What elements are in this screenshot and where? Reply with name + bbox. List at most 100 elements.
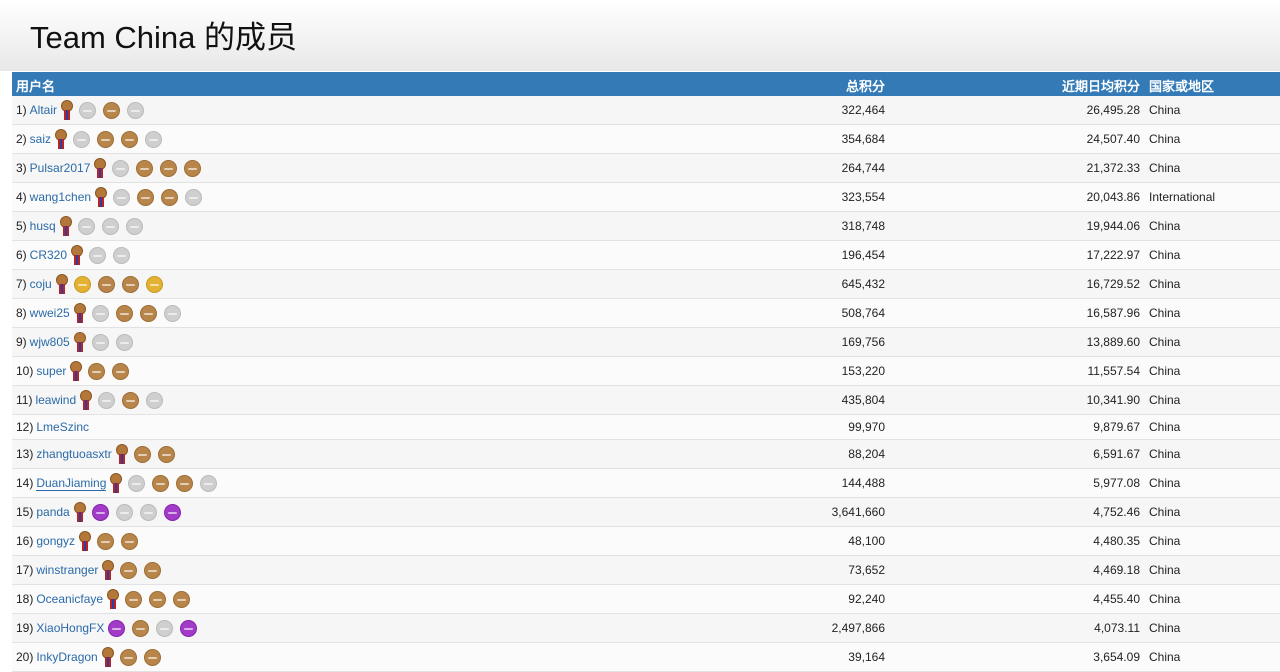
country: China bbox=[1149, 447, 1181, 461]
username-link[interactable]: LmeSzinc bbox=[36, 420, 89, 434]
rank-number: 7) bbox=[16, 277, 27, 291]
username-link[interactable]: XiaoHongFX bbox=[36, 621, 104, 635]
rank-number: 17) bbox=[16, 563, 34, 577]
table-row: 15) panda 3,641,660 4,752.46 China bbox=[12, 498, 1280, 527]
rank-number: 13) bbox=[16, 447, 34, 461]
bronze-badge-icon bbox=[119, 648, 137, 666]
recent-average-credit: 13,889.60 bbox=[1086, 335, 1140, 349]
country: China bbox=[1149, 364, 1181, 378]
page-header: Team China 的成员 bbox=[0, 0, 1280, 71]
rank-number: 5) bbox=[16, 219, 27, 233]
silver-badge-icon bbox=[113, 246, 131, 264]
rank-number: 1) bbox=[16, 103, 27, 117]
country: China bbox=[1149, 248, 1181, 262]
username-link[interactable]: InkyDragon bbox=[36, 650, 97, 664]
total-credit: 645,432 bbox=[841, 277, 885, 291]
team-founder-ribbon-icon bbox=[73, 332, 86, 352]
total-credit: 169,756 bbox=[841, 335, 885, 349]
silver-badge-icon bbox=[112, 159, 130, 177]
username-link[interactable]: wang1chen bbox=[30, 190, 91, 204]
total-credit: 264,744 bbox=[841, 161, 885, 175]
username-link[interactable]: saiz bbox=[30, 132, 51, 146]
members-table: 用户名 总积分 近期日均积分 国家或地区 1) Altair 322,464 26,4… bbox=[12, 72, 1280, 672]
total-credit: 3,641,660 bbox=[831, 505, 885, 519]
team-founder-ribbon-icon bbox=[95, 187, 108, 207]
silver-badge-icon bbox=[79, 101, 97, 119]
username-link[interactable]: winstranger bbox=[36, 563, 98, 577]
user-cell: 4) wang1chen bbox=[16, 183, 209, 211]
user-cell: 11) leawind bbox=[16, 386, 170, 414]
recent-average-credit: 9,879.67 bbox=[1093, 420, 1140, 434]
header-total-credit[interactable]: 总积分 bbox=[846, 76, 885, 95]
username-link[interactable]: CR320 bbox=[30, 248, 67, 262]
username-link[interactable]: zhangtuoasxtr bbox=[36, 447, 111, 461]
purple-badge-icon bbox=[108, 619, 126, 637]
total-credit: 196,454 bbox=[841, 248, 885, 262]
total-credit: 73,652 bbox=[848, 563, 885, 577]
recent-average-credit: 4,469.18 bbox=[1093, 563, 1140, 577]
silver-badge-icon bbox=[113, 188, 131, 206]
bronze-badge-icon bbox=[121, 275, 139, 293]
username-link[interactable]: Altair bbox=[30, 103, 57, 117]
recent-average-credit: 4,455.40 bbox=[1093, 592, 1140, 606]
username-link[interactable]: wjw805 bbox=[30, 335, 70, 349]
recent-average-credit: 17,222.97 bbox=[1086, 248, 1140, 262]
username-link[interactable]: husq bbox=[30, 219, 56, 233]
user-cell: 8) wwei25 bbox=[16, 299, 188, 327]
silver-badge-icon bbox=[115, 503, 133, 521]
country: China bbox=[1149, 592, 1181, 606]
recent-average-credit: 5,977.08 bbox=[1093, 476, 1140, 490]
recent-average-credit: 10,341.90 bbox=[1086, 393, 1140, 407]
header-username[interactable]: 用户名 bbox=[16, 76, 55, 95]
user-cell: 1) Altair bbox=[16, 96, 151, 124]
recent-average-credit: 24,507.40 bbox=[1086, 132, 1140, 146]
total-credit: 48,100 bbox=[848, 534, 885, 548]
bronze-badge-icon bbox=[103, 101, 121, 119]
recent-average-credit: 4,480.35 bbox=[1093, 534, 1140, 548]
bronze-badge-icon bbox=[149, 590, 167, 608]
silver-badge-icon bbox=[185, 188, 203, 206]
username-link[interactable]: DuanJiaming bbox=[36, 476, 107, 491]
silver-badge-icon bbox=[115, 333, 133, 351]
silver-badge-icon bbox=[91, 333, 109, 351]
bronze-badge-icon bbox=[152, 474, 170, 492]
table-row: 5) husq 318,748 19,944.06 China bbox=[12, 212, 1280, 241]
username-link[interactable]: Oceanicfaye bbox=[36, 592, 103, 606]
bronze-badge-icon bbox=[132, 619, 150, 637]
silver-badge-icon bbox=[125, 217, 143, 235]
rank-number: 8) bbox=[16, 306, 27, 320]
user-cell: 14) DuanJiaming bbox=[16, 469, 224, 497]
user-cell: 5) husq bbox=[16, 212, 150, 240]
bronze-badge-icon bbox=[112, 362, 130, 380]
gold-badge-icon bbox=[73, 275, 91, 293]
header-country[interactable]: 国家或地区 bbox=[1149, 76, 1214, 95]
rank-number: 6) bbox=[16, 248, 27, 262]
total-credit: 508,764 bbox=[841, 306, 885, 320]
rank-number: 4) bbox=[16, 190, 27, 204]
user-cell: 2) saiz bbox=[16, 125, 169, 153]
table-row: 14) DuanJiaming 144,488 5,977.08 China bbox=[12, 469, 1280, 498]
username-link[interactable]: wwei25 bbox=[30, 306, 70, 320]
username-link[interactable]: panda bbox=[36, 505, 69, 519]
recent-average-credit: 26,495.28 bbox=[1086, 103, 1140, 117]
username-link[interactable]: super bbox=[36, 364, 66, 378]
silver-badge-icon bbox=[156, 619, 174, 637]
table-row: 13) zhangtuoasxtr 88,204 6,591.67 China bbox=[12, 440, 1280, 469]
silver-badge-icon bbox=[146, 391, 164, 409]
header-recent-average[interactable]: 近期日均积分 bbox=[1062, 76, 1140, 95]
country: China bbox=[1149, 621, 1181, 635]
purple-badge-icon bbox=[163, 503, 181, 521]
username-link[interactable]: leawind bbox=[35, 393, 76, 407]
bronze-badge-icon bbox=[160, 159, 178, 177]
rank-number: 12) bbox=[16, 420, 34, 434]
bronze-badge-icon bbox=[115, 304, 133, 322]
silver-badge-icon bbox=[128, 474, 146, 492]
team-founder-ribbon-icon bbox=[61, 100, 74, 120]
username-link[interactable]: gongyz bbox=[36, 534, 75, 548]
silver-badge-icon bbox=[89, 246, 107, 264]
recent-average-credit: 16,729.52 bbox=[1086, 277, 1140, 291]
team-founder-ribbon-icon bbox=[59, 216, 72, 236]
username-link[interactable]: coju bbox=[30, 277, 52, 291]
username-link[interactable]: Pulsar2017 bbox=[30, 161, 91, 175]
team-founder-ribbon-icon bbox=[102, 560, 115, 580]
